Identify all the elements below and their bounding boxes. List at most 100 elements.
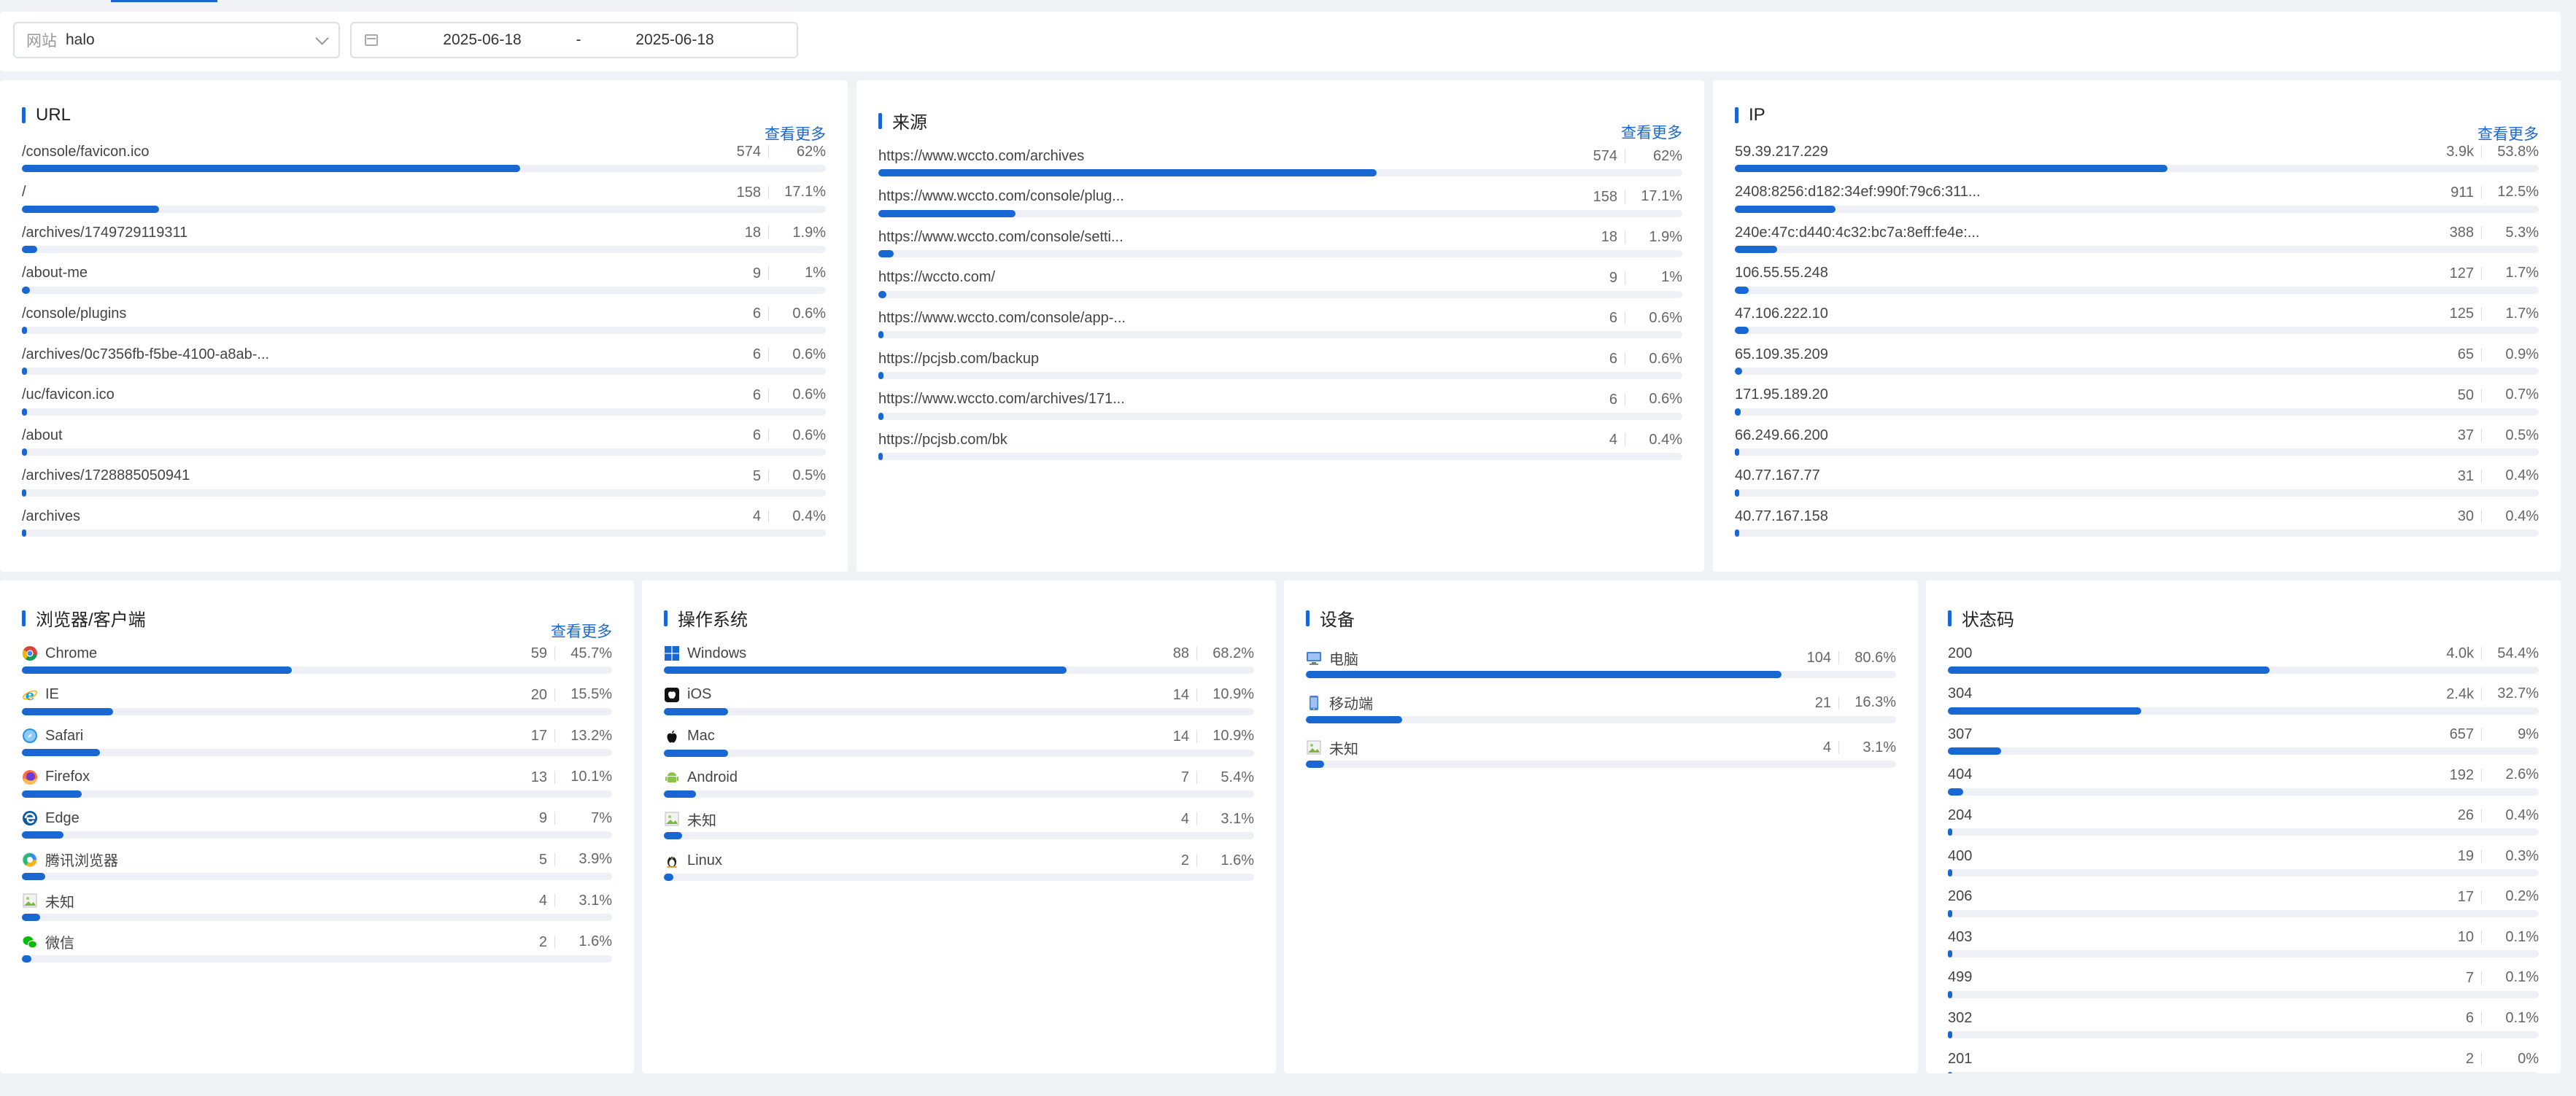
site-select[interactable]: 网站 halo [13,22,340,58]
date-range-picker[interactable]: 2025-06-18 - 2025-06-18 [350,22,798,58]
progress-track [22,790,612,798]
view-more-link[interactable]: 查看更多 [1621,121,1682,143]
row-label: https://wccto.com/ [878,269,1544,286]
row-count: 6 [688,428,769,443]
progress-track [22,368,826,375]
progress-track [1735,205,2539,213]
progress-fill [1735,205,1836,213]
list-item: Android 7 5.4% [664,767,1254,798]
row-percent: 0.5% [792,467,826,484]
date-end[interactable]: 2025-06-18 [614,31,735,49]
row-label: 304 [1948,685,2401,702]
row-count: 158 [688,185,769,200]
row-count: 17 [2401,890,2482,904]
list-item: 59.39.217.229 3.9k 53.8% [1735,141,2539,172]
row-count: 31 [2401,469,2482,483]
row-header: 66.249.66.200 37 0.5% [1735,425,2539,446]
row-label-text: 171.95.189.20 [1735,386,1828,403]
edge-icon [22,810,38,826]
date-start[interactable]: 2025-06-18 [422,31,543,49]
list-item: iOS 14 10.9% [664,685,1254,715]
list-item: /about 6 0.6% [22,425,826,456]
row-count: 18 [1544,230,1625,244]
row-label-text: 40.77.167.158 [1735,508,1828,524]
row-header: /archives 4 0.4% [22,506,826,526]
row-label-text: Windows [687,645,747,661]
progress-track [22,489,826,497]
list-item: 未知 4 3.1% [1306,737,1896,768]
row-count: 657 [2401,727,2482,742]
row-percent: 1% [805,265,826,281]
row-label: 307 [1948,726,2401,743]
progress-fill [1948,707,2141,715]
title-accent [22,107,26,123]
row-label: https://www.wccto.com/console/app-... [878,310,1544,327]
row-label: 未知 [664,809,1116,830]
row-label: 40.77.167.158 [1735,508,2401,525]
row-count: 2.4k [2401,687,2482,701]
progress-track [664,790,1254,798]
row-label-text: Mac [687,728,715,745]
list-item: 40.77.167.158 30 0.4% [1735,506,2539,537]
list-item: 307 657 9% [1948,724,2539,755]
row-label: https://www.wccto.com/console/plug... [878,188,1544,205]
card-title: 设备 [1306,605,1355,631]
row-count: 2 [1116,853,1197,868]
row-label-text: 电脑 [1329,651,1358,668]
progress-track [1735,489,2539,497]
ios-icon [664,687,680,703]
row-percent: 32.7% [2497,685,2539,702]
unknown-image-icon [1306,739,1322,755]
row-header: 40.77.167.77 31 0.4% [1735,466,2539,486]
row-count: 2 [2401,1052,2482,1066]
row-label-text: 400 [1948,847,1973,864]
row-header: e IE 20 15.5% [22,685,612,705]
row-percent: 45.7% [570,645,612,661]
progress-track [22,666,612,674]
row-label: 66.249.66.200 [1735,427,2401,444]
progress-track [1948,909,2539,917]
list-item: /archives 4 0.4% [22,506,826,537]
row-label: 47.106.222.10 [1735,306,2401,322]
progress-track [22,749,612,756]
progress-fill [1735,286,1749,294]
windows-icon [664,645,680,661]
card-title-text: 状态码 [1962,610,2014,630]
list-item: 400 19 0.3% [1948,846,2539,877]
list-item: 204 26 0.4% [1948,805,2539,836]
row-header: Safari 17 13.2% [22,726,612,746]
progress-track [1735,165,2539,172]
list-item: 2408:8256:d182:34ef:990f:79c6:311... 911 1… [1735,182,2539,213]
progress-track [1948,1031,2539,1039]
title-accent [878,112,882,129]
list-item: https://www.wccto.com/archives/171... 6 0.… [878,389,1682,420]
progress-track [22,529,826,537]
progress-fill [22,529,26,537]
progress-fill [878,331,883,339]
progress-fill [22,749,100,756]
row-label: 微信 [22,931,474,952]
row-percent: 1.6% [579,933,612,949]
row-label: 40.77.167.77 [1735,467,2401,484]
row-percent: 0.1% [2505,928,2539,945]
row-label: iOS [664,686,1116,703]
row-header: /about 6 0.6% [22,425,826,446]
row-label-text: iOS [687,686,712,703]
progress-fill [878,290,887,298]
list-item: Linux 2 1.6% [664,850,1254,881]
row-count: 14 [1116,729,1197,744]
row-count: 20 [474,688,555,702]
apple-icon [664,728,680,745]
row-label: https://www.wccto.com/archives/171... [878,391,1544,408]
row-percent: 13.2% [570,727,612,744]
row-label-text: /console/favicon.ico [22,143,150,160]
progress-fill [1948,909,1952,917]
row-percent: 0.7% [2505,386,2539,403]
mobile-icon [1306,695,1322,711]
progress-track [22,955,612,963]
row-label: 403 [1948,929,2401,946]
row-header: /console/plugins 6 0.6% [22,303,826,324]
view-more-link[interactable]: 查看更多 [551,620,612,642]
list-item: Chrome 59 45.7% [22,643,612,674]
progress-fill [22,666,292,674]
